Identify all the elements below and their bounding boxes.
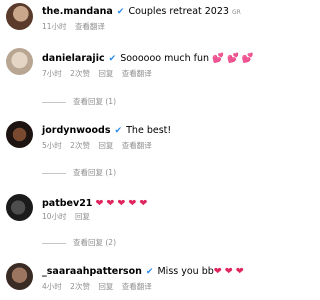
avatar[interactable]: [6, 263, 33, 290]
verified-badge-icon: ✔: [116, 7, 125, 17]
comment-time: 11小时: [42, 22, 67, 31]
like-count[interactable]: 2次赞: [70, 141, 90, 150]
like-count[interactable]: 2次赞: [70, 69, 90, 78]
comment-text: Soooooo much fun: [120, 53, 210, 64]
view-replies-button[interactable]: 查看回复 (1): [42, 168, 116, 178]
comment-text-row: danielarajic ✔ Soooooo much fun 💕 💕 💕: [42, 53, 254, 65]
comment-text: Couples retreat 2023: [128, 6, 229, 17]
avatar[interactable]: [6, 48, 33, 75]
comment-text: The best!: [126, 125, 172, 136]
comment-time: 10小时: [42, 212, 67, 221]
divider: [42, 242, 66, 244]
username-link[interactable]: the.mandana: [42, 6, 113, 17]
comment-meta: 11小时 查看翻译: [42, 22, 111, 32]
reply-button[interactable]: 回复: [98, 141, 113, 150]
comment-meta: 4小时 2次赞 回复 查看翻译: [42, 282, 158, 292]
comment-meta: 10小时 回复: [42, 212, 96, 222]
view-replies-button[interactable]: 查看回复 (1): [42, 97, 116, 107]
comment-time: 5小时: [42, 141, 62, 150]
like-count[interactable]: 2次赞: [70, 282, 90, 291]
view-replies-button[interactable]: 查看回复 (2): [42, 238, 116, 248]
see-translation-link[interactable]: 查看翻译: [122, 282, 152, 291]
divider: [42, 172, 66, 174]
comment-text-row: patbev21 ❤ ❤ ❤ ❤ ❤: [42, 198, 147, 210]
red-hearts-emoji: ❤ ❤ ❤: [213, 266, 244, 277]
comment-time: 4小时: [42, 282, 62, 291]
view-replies-label: 查看回复 (1): [73, 97, 117, 106]
username-link[interactable]: patbev21: [42, 198, 92, 209]
avatar[interactable]: [6, 3, 33, 30]
see-translation-link[interactable]: 查看翻译: [75, 22, 105, 31]
verified-badge-icon: ✔: [108, 54, 117, 64]
reply-button[interactable]: 回复: [98, 69, 113, 78]
comment-text: Miss you bb: [157, 266, 214, 277]
see-translation-link[interactable]: 查看翻译: [122, 69, 152, 78]
avatar[interactable]: [6, 194, 33, 221]
comment-text-row: _saaraahpatterson ✔ Miss you bb❤ ❤ ❤: [42, 266, 244, 278]
divider: [42, 101, 66, 103]
username-link[interactable]: jordynwoods: [42, 125, 111, 136]
reply-button[interactable]: 回复: [75, 212, 90, 221]
two-hearts-emoji: 💕 💕 💕: [212, 53, 254, 64]
comment-meta: 7小时 2次赞 回复 查看翻译: [42, 69, 158, 79]
comment-text-row: the.mandana ✔ Couples retreat 2023 GR: [42, 6, 241, 19]
avatar[interactable]: [6, 121, 33, 148]
red-hearts-emoji: ❤ ❤ ❤ ❤ ❤: [95, 198, 148, 209]
view-replies-label: 查看回复 (1): [73, 168, 117, 177]
comment-time: 7小时: [42, 69, 62, 78]
username-link[interactable]: _saaraahpatterson: [42, 266, 142, 277]
reply-button[interactable]: 回复: [98, 282, 113, 291]
verified-badge-icon: ✔: [145, 267, 154, 277]
comment-text-row: jordynwoods ✔ The best!: [42, 125, 171, 137]
verified-badge-icon: ✔: [114, 126, 123, 136]
see-translation-link[interactable]: 查看翻译: [122, 141, 152, 150]
comment-meta: 5小时 2次赞 回复 查看翻译: [42, 141, 158, 151]
username-link[interactable]: danielarajic: [42, 53, 105, 64]
view-replies-label: 查看回复 (2): [73, 238, 117, 247]
comment-suffix: GR: [231, 9, 241, 16]
